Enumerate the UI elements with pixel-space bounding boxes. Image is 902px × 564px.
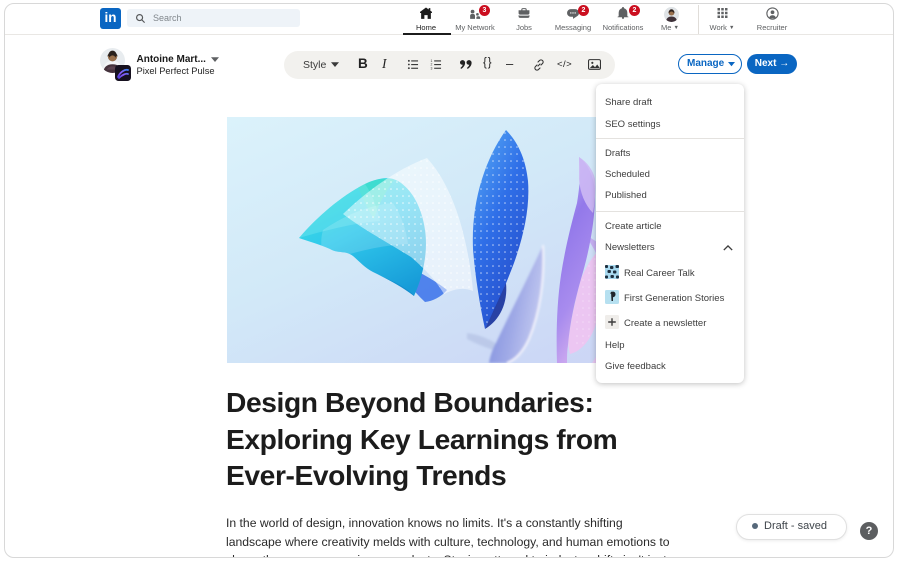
svg-text:3: 3 [431, 66, 433, 70]
